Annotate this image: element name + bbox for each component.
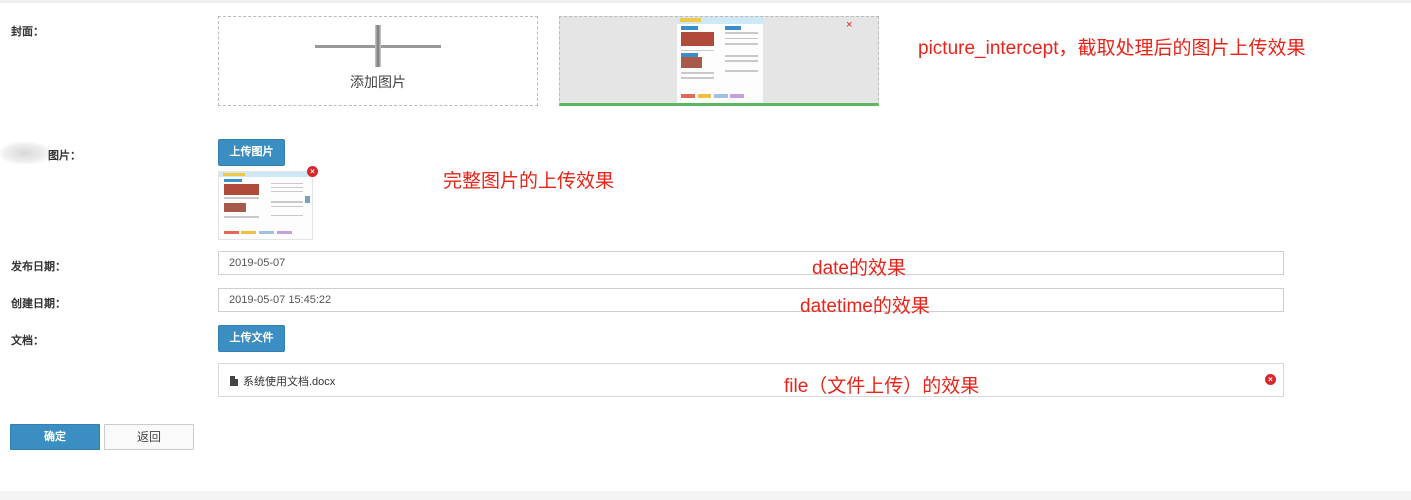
annotation-datetime: datetime的效果 <box>800 296 930 317</box>
confirm-button[interactable]: 确定 <box>10 424 100 450</box>
bottom-band <box>0 491 1411 500</box>
upload-image-button[interactable]: 上传图片 <box>218 139 285 166</box>
uploaded-file-row: 系统使用文档.docx × <box>218 363 1284 397</box>
uploaded-image-thumbnail <box>218 171 313 240</box>
publish-date-input[interactable]: 2019-05-07 <box>218 251 1284 275</box>
plus-icon-vertical <box>375 25 381 67</box>
annotation-date: date的效果 <box>812 258 906 279</box>
publish-date-label: 发布日期： <box>11 261 66 273</box>
create-date-label: 创建日期： <box>11 298 66 310</box>
add-image-text: 添加图片 <box>350 74 406 90</box>
annotation-file: file（文件上传）的效果 <box>784 376 980 397</box>
file-icon <box>230 376 238 386</box>
annotation-full-image: 完整图片的上传效果 <box>443 171 615 192</box>
remove-image-icon[interactable]: × <box>307 166 318 177</box>
cropped-image-preview: × <box>559 16 879 106</box>
image-label: 图片： <box>48 150 81 162</box>
document-label: 文档： <box>11 335 44 347</box>
blurred-label-prefix <box>0 142 50 164</box>
add-image-box[interactable]: 添加图片 <box>218 16 538 106</box>
remove-file-icon[interactable]: × <box>1265 374 1276 385</box>
upload-file-button[interactable]: 上传文件 <box>218 325 285 352</box>
top-divider <box>0 0 1411 3</box>
back-button[interactable]: 返回 <box>104 424 194 450</box>
cropped-image-thumbnail <box>677 17 763 103</box>
annotation-picture-intercept: picture_intercept，截取处理后的图片上传效果 <box>918 38 1306 59</box>
create-datetime-input[interactable]: 2019-05-07 15:45:22 <box>218 288 1284 312</box>
remove-cropped-image-icon[interactable]: × <box>846 19 852 31</box>
file-name[interactable]: 系统使用文档.docx <box>243 373 335 389</box>
cover-label: 封面： <box>11 26 44 38</box>
